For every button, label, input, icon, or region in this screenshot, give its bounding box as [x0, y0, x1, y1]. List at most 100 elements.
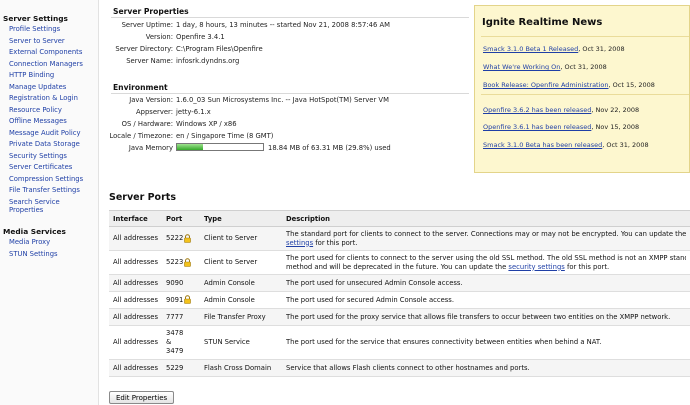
os-hardware-label: OS / Hardware: [121, 120, 173, 128]
divider [111, 93, 469, 94]
news-panel: Ignite Realtime News Smack 3.1.0 Beta 1 … [474, 5, 690, 173]
port-number-cell: 5222 [162, 226, 200, 251]
locale-timezone-value: en / Singapore Time (8 GMT) [176, 132, 274, 140]
news-link[interactable]: Openfire 3.6.1 has been released [483, 123, 591, 131]
sidebar-item-compression-settings[interactable]: Compression Settings [9, 175, 83, 183]
memory-usage-fill [177, 144, 203, 150]
description-text: method and will be deprecated in the fut… [286, 262, 509, 271]
port-interface: All addresses [109, 291, 162, 309]
sidebar-item-security-settings[interactable]: Security Settings [9, 152, 67, 160]
port-type: Admin Console [200, 291, 282, 309]
port-description: The port used for the service that ensur… [282, 325, 690, 360]
security-settings-link[interactable]: security settings [508, 263, 564, 271]
description-text: The port used for unsecured Admin Consol… [286, 278, 463, 287]
description-text: The port used for clients to connect to … [286, 253, 686, 262]
sidebar-item-server-certificates[interactable]: Server Certificates [9, 163, 72, 171]
column-header-port: Port [162, 210, 200, 227]
news-date: , Nov 15, 2008 [591, 123, 640, 131]
news-date: , Nov 22, 2008 [591, 106, 640, 114]
port-number: 9090 [166, 278, 184, 287]
lock-icon [183, 258, 192, 267]
sidebar-item-profile-settings[interactable]: Profile Settings [9, 25, 60, 33]
port-interface: All addresses [109, 250, 162, 275]
sidebar-heading-server-settings: Server Settings [3, 14, 68, 23]
sidebar-item-search-service-properties[interactable]: Properties [9, 206, 43, 214]
sidebar-item-server-to-server[interactable]: Server to Server [9, 37, 65, 45]
table-row: All addresses 9090 Admin Console The port u… [109, 274, 690, 292]
server-ports-body: All addresses 5222 Client to Server The sta… [109, 226, 690, 377]
port-type: Client to Server [200, 226, 282, 251]
port-type: Admin Console [200, 274, 282, 292]
port-number: 7777 [166, 312, 184, 321]
sidebar-item-private-data-storage[interactable]: Private Data Storage [9, 140, 80, 148]
sidebar-item-media-proxy[interactable]: Media Proxy [9, 238, 50, 246]
main-content: Server Properties Server Uptime: 1 day, … [107, 0, 690, 405]
description-line: The port used for clients to connect to … [286, 254, 686, 263]
port-description: The standard port for clients to connect… [282, 226, 690, 251]
description-text: The standard port for clients to connect… [286, 229, 686, 238]
sidebar-item-http-binding[interactable]: HTTP Binding [9, 71, 54, 79]
news-item: Book Release: Openfire Administration, O… [483, 81, 655, 89]
description-line: settings for this port. [286, 239, 686, 248]
sidebar-item-file-transfer-settings[interactable]: File Transfer Settings [9, 186, 80, 194]
port-description: The port used for unsecured Admin Consol… [282, 274, 690, 292]
news-link[interactable]: Smack 3.1.0 Beta 1 Released [483, 45, 578, 53]
port-number: 3478 & 3479 [166, 329, 184, 355]
os-hardware-value: Windows XP / x86 [176, 120, 237, 128]
port-number-cell: 3478 & 3479 [162, 325, 200, 360]
sidebar-item-resource-policy[interactable]: Resource Policy [9, 106, 62, 114]
port-number: 5229 [166, 363, 184, 372]
sidebar-item-external-components[interactable]: External Components [9, 48, 82, 56]
uptime-label: Server Uptime: [121, 21, 173, 29]
server-ports-title: Server Ports [109, 192, 176, 203]
environment-title: Environment [113, 83, 168, 92]
news-date: , Oct 31, 2008 [560, 63, 607, 71]
port-type: Flash Cross Domain [200, 359, 282, 377]
table-row: All addresses 9091 Admin Console The port u… [109, 291, 690, 309]
java-version-value: 1.6.0_03 Sun Microsystems Inc. -- Java H… [176, 96, 389, 104]
appserver-value: jetty-6.1.x [176, 108, 211, 116]
table-row: All addresses 3478 & 3479 STUN Service The … [109, 325, 690, 360]
table-header-row: Interface Port Type Description [109, 210, 690, 227]
lock-icon [183, 234, 192, 243]
news-item: Smack 3.1.0 Beta 1 Released, Oct 31, 200… [483, 45, 625, 53]
java-version-label: Java Version: [129, 96, 173, 104]
port-number-cell: 9090 [162, 274, 200, 292]
port-number: 5223 [166, 258, 184, 267]
table-row: All addresses 5229 Flash Cross Domain Servi… [109, 359, 690, 377]
sidebar-item-search-service[interactable]: Search Service [9, 198, 60, 206]
sidebar-item-registration-login[interactable]: Registration & Login [9, 94, 78, 102]
sidebar-item-stun-settings[interactable]: STUN Settings [9, 250, 58, 258]
java-memory-label: Java Memory [128, 144, 173, 152]
sidebar-item-connection-managers[interactable]: Connection Managers [9, 60, 83, 68]
port-interface: All addresses [109, 308, 162, 326]
description-line: The port used for the service that ensur… [286, 338, 686, 347]
column-header-description: Description [282, 210, 690, 227]
server-directory-label: Server Directory: [115, 45, 173, 53]
news-link[interactable]: Openfire 3.6.2 has been released [483, 106, 591, 114]
sidebar-item-message-audit-policy[interactable]: Message Audit Policy [9, 129, 81, 137]
column-header-interface: Interface [109, 210, 162, 227]
edit-properties-button[interactable]: Edit Properties [109, 391, 175, 404]
news-item: Smack 3.1.0 Beta has been released, Oct … [483, 141, 649, 149]
version-label: Version: [145, 33, 173, 41]
sidebar-item-offline-messages[interactable]: Offline Messages [9, 117, 67, 125]
news-link[interactable]: What We're Working On [483, 63, 560, 71]
security-settings-link[interactable]: settings [286, 239, 313, 247]
server-properties-title: Server Properties [113, 7, 189, 16]
version-value: Openfire 3.4.1 [176, 33, 225, 41]
port-description: The port used for the proxy service that… [282, 308, 690, 326]
news-item: Openfire 3.6.2 has been released, Nov 22… [483, 106, 639, 114]
table-row: All addresses 5222 Client to Server The sta… [109, 226, 690, 251]
news-link[interactable]: Smack 3.1.0 Beta has been released [483, 141, 602, 149]
description-line: method and will be deprecated in the fut… [286, 263, 686, 272]
divider [481, 36, 689, 37]
port-type: Client to Server [200, 250, 282, 275]
news-link[interactable]: Book Release: Openfire Administration [483, 81, 609, 89]
port-number-cell: 5229 [162, 359, 200, 377]
description-line: The port used for secured Admin Console … [286, 296, 686, 305]
port-interface: All addresses [109, 226, 162, 251]
lock-icon [183, 295, 192, 305]
port-type: File Transfer Proxy [200, 308, 282, 326]
sidebar-item-manage-updates[interactable]: Manage Updates [9, 83, 66, 91]
